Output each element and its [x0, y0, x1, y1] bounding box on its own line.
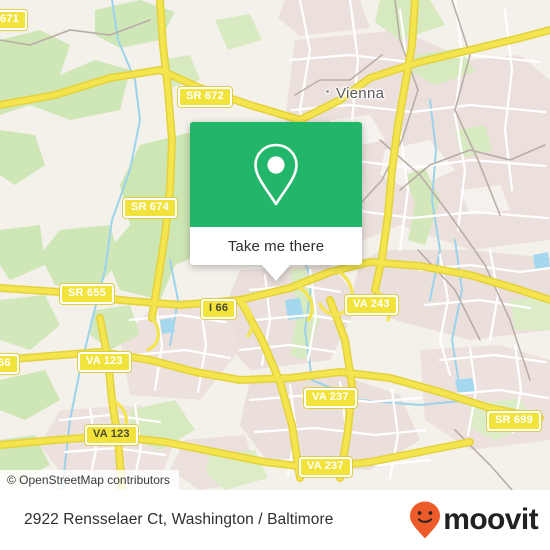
- footer-bar: 2922 Rensselaer Ct, Washington / Baltimo…: [0, 490, 550, 550]
- road-shield[interactable]: I 66: [201, 299, 237, 319]
- road-shield[interactable]: VA 243: [345, 295, 398, 315]
- road-shield[interactable]: VA 237: [304, 388, 357, 408]
- map-canvas[interactable]: 671 SR 672 SR 674 SR 655 I 66 VA 243 66 …: [0, 0, 550, 490]
- attribution-bar: © OpenStreetMap contributors: [0, 470, 179, 490]
- road-shield[interactable]: VA 237: [299, 457, 352, 477]
- road-shield[interactable]: 66: [0, 354, 19, 374]
- road-shield[interactable]: 671: [0, 10, 27, 30]
- location-popup-card[interactable]: Take me there: [190, 122, 362, 281]
- popup-icon-area: [190, 122, 362, 227]
- road-shield[interactable]: SR 672: [178, 87, 232, 107]
- road-shield[interactable]: SR 674: [123, 198, 177, 218]
- moovit-smiley-pin-icon: [410, 501, 441, 539]
- popup-pointer-tail: [262, 265, 290, 281]
- city-label-vienna: Vienna: [336, 85, 385, 102]
- attribution-text: © OpenStreetMap contributors: [7, 473, 170, 487]
- moovit-wordmark: moovit: [443, 503, 538, 536]
- road-shield[interactable]: VA 123: [78, 352, 131, 372]
- popup-cta-area[interactable]: Take me there: [190, 227, 362, 265]
- map-pin-icon: [254, 143, 298, 205]
- popup-cta-label: Take me there: [227, 237, 325, 255]
- map-screenshot: 671 SR 672 SR 674 SR 655 I 66 VA 243 66 …: [0, 0, 550, 550]
- city-marker-dot: [325, 89, 330, 94]
- road-shield[interactable]: SR 655: [60, 284, 114, 304]
- road-shield[interactable]: SR 699: [487, 411, 541, 431]
- road-shield[interactable]: VA 123: [85, 425, 138, 445]
- moovit-brand-logo[interactable]: moovit: [408, 500, 539, 540]
- location-address-label: 2922 Rensselaer Ct, Washington / Baltimo…: [24, 511, 334, 528]
